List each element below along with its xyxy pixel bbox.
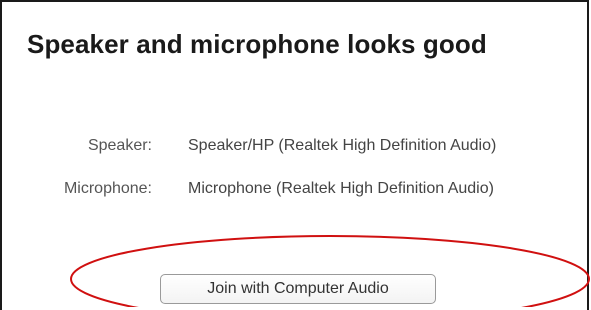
microphone-label: Microphone: xyxy=(63,180,152,197)
speaker-label: Speaker: xyxy=(87,137,152,154)
audio-test-dialog: Speaker and microphone looks good Speake… xyxy=(0,0,589,310)
join-with-computer-audio-button[interactable]: Join with Computer Audio xyxy=(160,274,436,304)
speaker-device-name: Speaker/HP (Realtek High Definition Audi… xyxy=(188,137,497,154)
dialog-heading: Speaker and microphone looks good xyxy=(27,29,487,59)
microphone-device-name: Microphone (Realtek High Definition Audi… xyxy=(188,180,494,197)
